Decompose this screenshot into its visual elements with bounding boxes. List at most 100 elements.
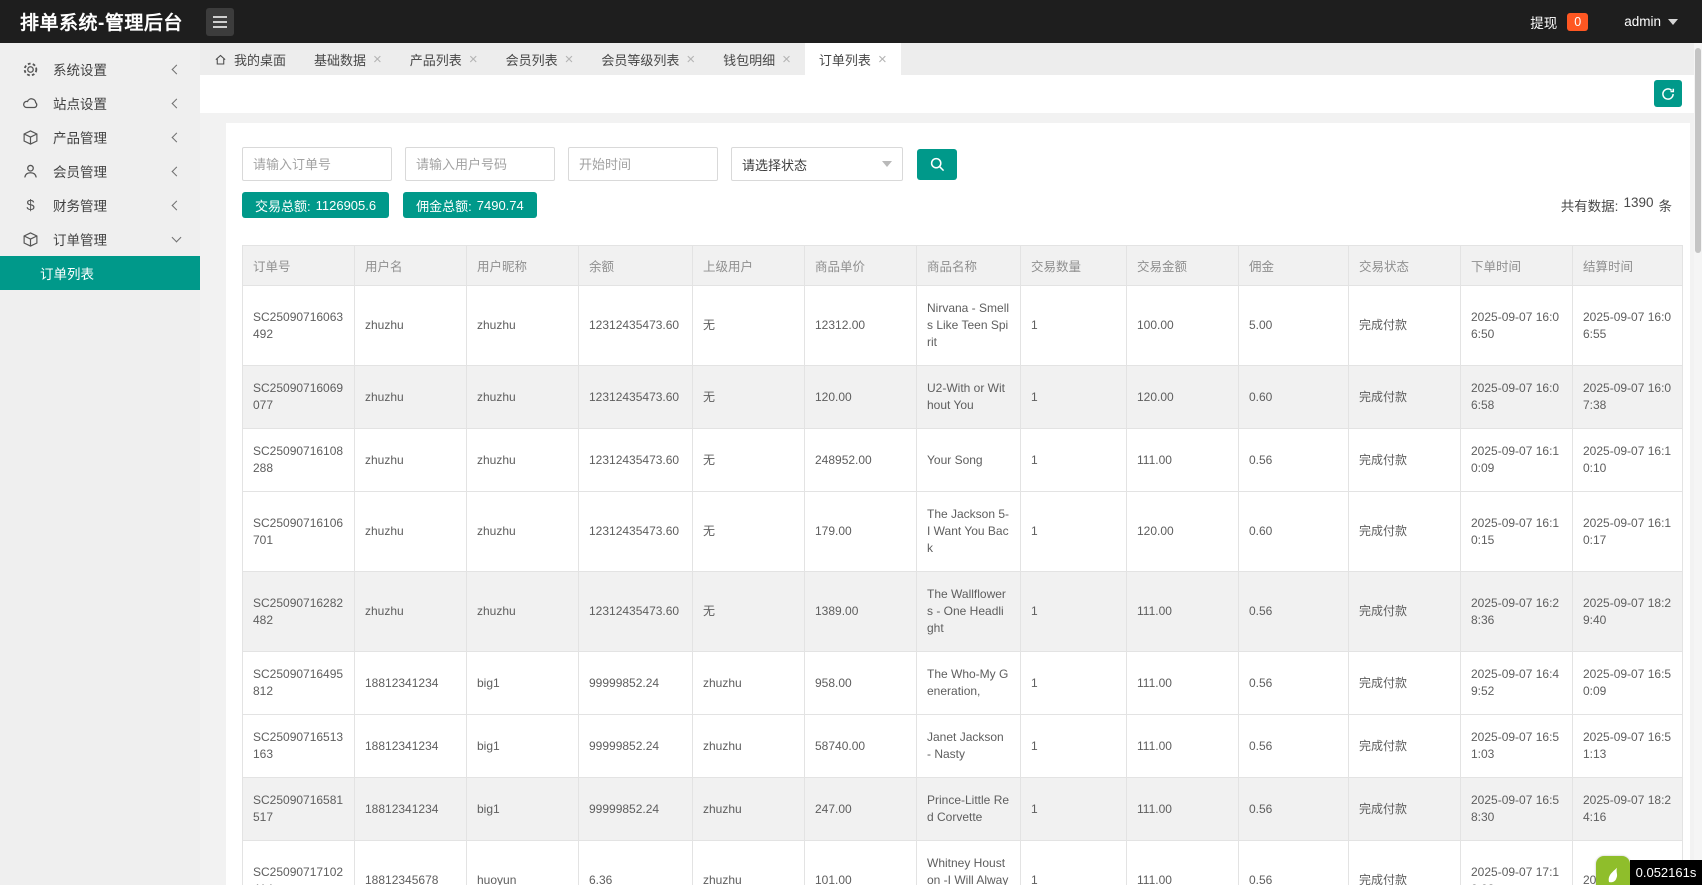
sidebar-item-member[interactable]: 会员管理 <box>0 154 200 188</box>
column-header: 余额 <box>579 246 693 286</box>
vertical-scrollbar[interactable] <box>1694 43 1702 885</box>
sidebar-subitem-order-list[interactable]: 订单列表 <box>0 256 200 290</box>
chevron-down-icon <box>172 233 182 243</box>
tab-label: 基础数据 <box>314 50 366 69</box>
tab-wallet-detail[interactable]: 钱包明细× <box>709 43 805 75</box>
app-title: 排单系统-管理后台 <box>0 8 192 35</box>
start-time-input[interactable] <box>568 147 718 181</box>
tab-desktop[interactable]: 我的桌面 <box>200 43 300 75</box>
tab-product-list[interactable]: 产品列表× <box>396 43 492 75</box>
tab-close-icon[interactable]: × <box>878 52 887 67</box>
table-cell: zhuzhu <box>467 429 579 492</box>
table-cell: 1 <box>1021 492 1127 572</box>
trade-total-badge[interactable]: 交易总额: 1126905.6 <box>242 192 389 218</box>
table-cell: 1 <box>1021 366 1127 429</box>
search-button[interactable] <box>917 149 957 180</box>
table-cell: 1 <box>1021 841 1127 885</box>
table-cell: 2025-09-07 16:51:13 <box>1573 715 1683 778</box>
sidebar-item-label: 站点设置 <box>53 93 107 113</box>
tab-member-list[interactable]: 会员列表 × <box>492 43 588 75</box>
tab-member-level-list[interactable]: 会员等级列表× <box>587 43 709 75</box>
table-cell: zhuzhu <box>693 778 805 841</box>
table-cell: 120.00 <box>1127 492 1239 572</box>
table-row: SC25090716069077zhuzhuzhuzhu12312435473.… <box>243 366 1683 429</box>
table-cell: zhuzhu <box>467 286 579 366</box>
table-cell: 2025-09-07 16:10:09 <box>1461 429 1573 492</box>
column-header: 交易状态 <box>1349 246 1461 286</box>
table-cell: 无 <box>693 429 805 492</box>
table-row: SC25090716063492zhuzhuzhuzhu12312435473.… <box>243 286 1683 366</box>
table-cell: 1389.00 <box>805 572 917 652</box>
table-cell: Nirvana - Smells Like Teen Spirit <box>917 286 1021 366</box>
table-cell: 0.60 <box>1239 492 1349 572</box>
chevron-left-icon <box>172 64 182 74</box>
sidebar-item-label: 财务管理 <box>53 195 107 215</box>
table-cell: 12312435473.60 <box>579 492 693 572</box>
commission-total-badge[interactable]: 佣金总额: 7490.74 <box>403 192 537 218</box>
table-row: SC2509071651316318812341234big199999852.… <box>243 715 1683 778</box>
sidebar-item-order[interactable]: 订单管理 <box>0 222 200 256</box>
withdraw-link[interactable]: 提现 <box>1530 12 1557 32</box>
order-no-input[interactable] <box>242 147 392 181</box>
user-no-input[interactable] <box>405 147 555 181</box>
table-cell: SC25090716282482 <box>243 572 355 652</box>
tab-order-list[interactable]: 订单列表× <box>805 43 901 75</box>
refresh-button[interactable] <box>1654 80 1682 107</box>
table-cell: SC25090716108288 <box>243 429 355 492</box>
record-count: 共有数据: 1390 条 <box>1561 195 1674 215</box>
table-cell: 2025-09-07 16:50:09 <box>1573 652 1683 715</box>
table-cell: 1 <box>1021 778 1127 841</box>
sidebar-item-site[interactable]: 站点设置 <box>0 86 200 120</box>
table-cell: The Who-My Generation, <box>917 652 1021 715</box>
table-cell: 18812341234 <box>355 715 467 778</box>
tab-close-icon[interactable]: × <box>469 52 478 67</box>
table-cell: 2025-09-07 16:06:55 <box>1573 286 1683 366</box>
column-header: 上级用户 <box>693 246 805 286</box>
column-header: 佣金 <box>1239 246 1349 286</box>
table-cell: Prince-Little Red Corvette <box>917 778 1021 841</box>
tab-close-icon[interactable]: × <box>565 52 574 67</box>
table-cell: 120.00 <box>1127 366 1239 429</box>
sidebar-item-finance[interactable]: $财务管理 <box>0 188 200 222</box>
table-cell: 120.00 <box>805 366 917 429</box>
topbar-right: 提现 0 admin <box>1530 12 1702 32</box>
tab-close-icon[interactable]: × <box>686 52 695 67</box>
table-cell: zhuzhu <box>355 366 467 429</box>
withdraw-count-badge[interactable]: 0 <box>1567 13 1588 31</box>
table-cell: 1 <box>1021 715 1127 778</box>
table-cell: 完成付款 <box>1349 366 1461 429</box>
sidebar-item-label: 订单管理 <box>53 229 107 249</box>
table-cell: 12312.00 <box>805 286 917 366</box>
table-cell: 111.00 <box>1127 572 1239 652</box>
table-cell: Janet Jackson - Nasty <box>917 715 1021 778</box>
table-cell: Whitney Houston -I Will Always Love You <box>917 841 1021 885</box>
table-cell: 0.60 <box>1239 366 1349 429</box>
table-cell: 101.00 <box>805 841 917 885</box>
table-cell: 1 <box>1021 429 1127 492</box>
table-cell: 12312435473.60 <box>579 366 693 429</box>
sidebar-item-label: 系统设置 <box>53 59 107 79</box>
tab-close-icon[interactable]: × <box>782 52 791 67</box>
table-cell: SC25090717102414 <box>243 841 355 885</box>
tab-label: 会员列表 <box>506 50 558 69</box>
tab-close-icon[interactable]: × <box>373 52 382 67</box>
sidebar-subitem-label: 订单列表 <box>40 263 94 283</box>
table-cell: big1 <box>467 652 579 715</box>
table-cell: SC25090716495812 <box>243 652 355 715</box>
status-select[interactable]: 请选择状态 <box>731 147 903 181</box>
sidebar-toggle-button[interactable] <box>206 8 234 36</box>
chevron-left-icon <box>172 98 182 108</box>
scrollbar-thumb[interactable] <box>1695 48 1701 253</box>
table-cell: 111.00 <box>1127 778 1239 841</box>
sidebar-item-product[interactable]: 产品管理 <box>0 120 200 154</box>
user-menu[interactable]: admin <box>1624 14 1661 29</box>
chevron-left-icon <box>172 166 182 176</box>
table-cell: zhuzhu <box>355 429 467 492</box>
chevron-left-icon <box>172 132 182 142</box>
table-header-row: 订单号用户名用户昵称余额上级用户商品单价商品名称交易数量交易金额佣金交易状态下单… <box>243 246 1683 286</box>
page-load-widget: 0.052161s <box>1596 847 1702 885</box>
tab-base-data[interactable]: 基础数据 × <box>300 43 396 75</box>
table-cell: The Wallflowers - One Headlight <box>917 572 1021 652</box>
table-row: SC2509071658151718812341234big199999852.… <box>243 778 1683 841</box>
sidebar-item-system[interactable]: 系统设置 <box>0 52 200 86</box>
